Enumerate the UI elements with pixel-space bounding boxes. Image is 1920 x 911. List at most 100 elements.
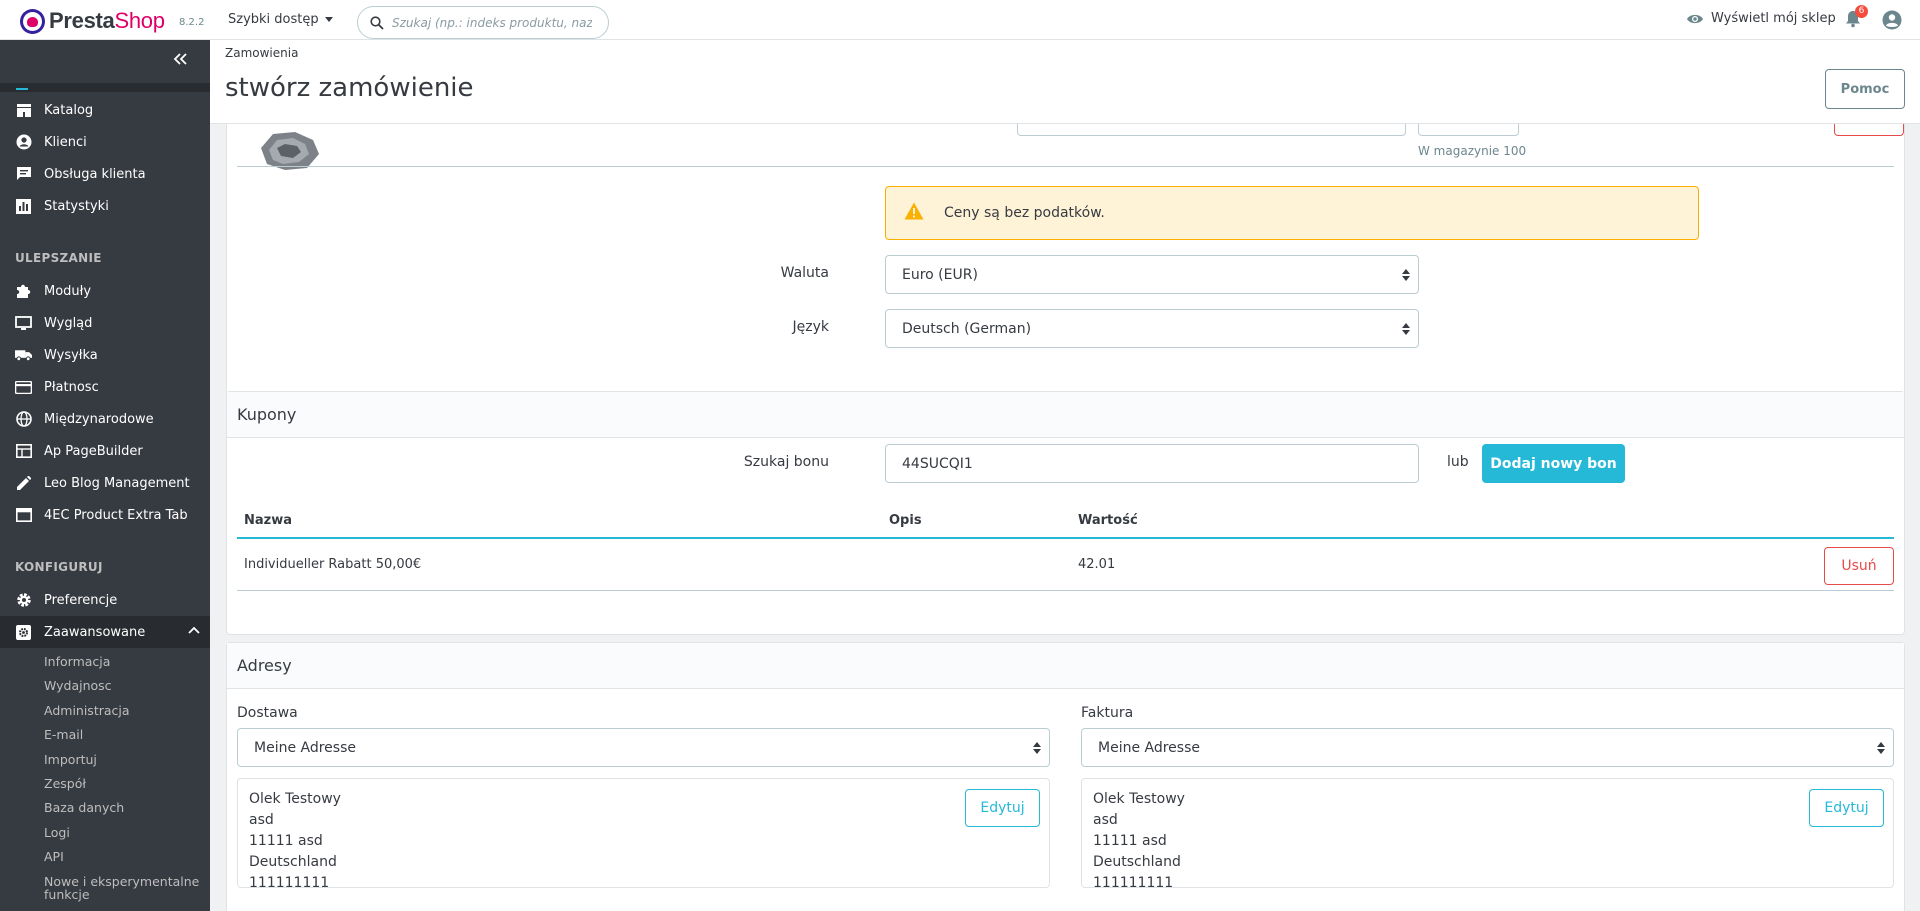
product-row-divider <box>237 166 1894 167</box>
notification-count-badge: 6 <box>1855 5 1868 18</box>
bar-chart-icon <box>15 198 32 215</box>
chevron-up-icon <box>188 626 200 634</box>
collapse-sidebar-button[interactable] <box>172 51 188 70</box>
select-arrows-icon <box>1402 323 1410 335</box>
sidebar-subitem-database[interactable]: Baza danych <box>44 800 124 815</box>
notifications-button[interactable]: 6 <box>1845 5 1868 32</box>
address-line: 111111111 <box>249 875 330 891</box>
sidebar-item-stats[interactable]: Statystyki <box>0 190 210 222</box>
address-line: Deutschland <box>249 854 337 870</box>
sidebar-item-4ec-product-extra-tab[interactable]: 4EC Product Extra Tab <box>0 499 210 531</box>
sidebar-subitem-new-features-line2[interactable]: funkcje <box>44 887 90 902</box>
edit-delivery-address-button[interactable]: Edytuj <box>965 789 1040 827</box>
voucher-description-cell <box>882 538 1071 591</box>
sidebar-subitem-administration[interactable]: Administracja <box>44 703 130 718</box>
tax-warning-alert: Ceny są bez podatków. <box>885 186 1699 240</box>
invoice-address-select[interactable]: Meine Adresse <box>1081 728 1894 767</box>
sidebar-item-label: Statystyki <box>44 198 109 214</box>
sidebar-item-preferences[interactable]: Preferencje <box>0 584 210 616</box>
sidebar-subitem-logs[interactable]: Logi <box>44 825 70 840</box>
address-line: asd <box>1093 812 1118 828</box>
sidebar-item-payment[interactable]: Płatnosc <box>0 371 210 403</box>
top-header: PrestaShop 8.2.2 Szybki dostęp Wyświetl … <box>0 0 1920 40</box>
sidebar-item-label: Leo Blog Management <box>44 475 190 491</box>
grid-icon <box>15 443 32 460</box>
sidebar-item-label: 4EC Product Extra Tab <box>44 507 188 523</box>
sidebar-item-label: Płatnosc <box>44 379 99 395</box>
sidebar-subitem-email[interactable]: E-mail <box>44 727 83 742</box>
header-search[interactable] <box>357 6 609 39</box>
settings-icon <box>15 592 32 609</box>
sidebar-item-label: Katalog <box>44 102 94 118</box>
column-header-name: Nazwa <box>237 504 882 539</box>
sidebar-subitem-information[interactable]: Informacja <box>44 654 110 669</box>
vouchers-card-title: Kupony <box>227 392 1904 438</box>
prestashop-logo[interactable]: PrestaShop <box>20 8 165 34</box>
language-select[interactable]: Deutsch (German) <box>885 309 1419 348</box>
search-input[interactable] <box>392 15 592 30</box>
voucher-search-input[interactable]: 44SUCQI1 <box>885 444 1419 483</box>
version-label: 8.2.2 <box>179 17 205 28</box>
account-button[interactable] <box>1882 10 1902 34</box>
puzzle-icon <box>15 283 32 300</box>
product-quantity-input[interactable] <box>1418 124 1519 136</box>
delivery-address-label: Dostawa <box>237 705 298 721</box>
address-line: Olek Testowy <box>1093 791 1185 807</box>
add-voucher-button[interactable]: Dodaj nowy bon <box>1482 444 1625 483</box>
remove-voucher-button[interactable]: Usuń <box>1824 547 1894 585</box>
sidebar-section-configure: KONFIGURUJ <box>15 560 103 574</box>
product-delete-button[interactable] <box>1834 124 1904 136</box>
sidebar-subitem-performance[interactable]: Wydajnosc <box>44 678 112 693</box>
sidebar-item-customer-service[interactable]: Obsługa klienta <box>0 158 210 190</box>
select-arrows-icon <box>1033 742 1041 754</box>
sidebar-item-catalog[interactable]: Katalog <box>0 94 210 126</box>
delivery-address-select[interactable]: Meine Adresse <box>237 728 1050 767</box>
sidebar: Katalog Klienci Obsługa klienta Statysty… <box>0 40 210 911</box>
eye-icon <box>1687 14 1703 23</box>
edit-invoice-address-button[interactable]: Edytuj <box>1809 789 1884 827</box>
sidebar-item-shipping[interactable]: Wysyłka <box>0 339 210 371</box>
sidebar-item-international[interactable]: Międzynarodowe <box>0 403 210 435</box>
currency-label: Waluta <box>780 265 829 281</box>
sidebar-subitem-team[interactable]: Zespół <box>44 776 86 791</box>
address-line: 111111111 <box>1093 875 1174 891</box>
address-line: Olek Testowy <box>249 791 341 807</box>
account-circle-icon <box>1882 10 1902 30</box>
quick-access-label: Szybki dostęp <box>228 12 319 27</box>
sidebar-item-design[interactable]: Wygląd <box>0 307 210 339</box>
view-shop-label: Wyświetl mój sklep <box>1711 11 1836 26</box>
quick-access-dropdown[interactable]: Szybki dostęp <box>228 12 333 27</box>
help-button[interactable]: Pomoc <box>1825 69 1905 109</box>
language-label: Język <box>792 319 829 335</box>
product-thumbnail <box>255 124 325 178</box>
sidebar-item-label: Obsługa klienta <box>44 166 146 182</box>
sidebar-item-label: Preferencje <box>44 592 118 608</box>
truck-icon <box>15 347 32 364</box>
currency-select[interactable]: Euro (EUR) <box>885 255 1419 294</box>
product-price-input[interactable] <box>1017 124 1406 136</box>
sidebar-item-label: Klienci <box>44 134 87 150</box>
sidebar-item-modules[interactable]: Moduły <box>0 275 210 307</box>
sidebar-item-customers[interactable]: Klienci <box>0 126 210 158</box>
breadcrumb[interactable]: Zamowienia <box>225 46 298 60</box>
select-arrows-icon <box>1402 269 1410 281</box>
invoice-address-label: Faktura <box>1081 705 1134 721</box>
column-header-value: Wartość <box>1071 504 1774 539</box>
table-row: Individueller Rabatt 50,00€ 42.01 Usuń <box>237 538 1894 591</box>
sidebar-item-leo-blog[interactable]: Leo Blog Management <box>0 467 210 499</box>
sidebar-subitem-api[interactable]: API <box>44 849 64 864</box>
settings-box-icon <box>15 624 32 641</box>
sidebar-subitem-import[interactable]: Importuj <box>44 752 97 767</box>
credit-card-icon <box>15 379 32 396</box>
search-icon <box>370 15 384 30</box>
sidebar-item-ap-pagebuilder[interactable]: Ap PageBuilder <box>0 435 210 467</box>
double-chevron-left-icon <box>173 53 187 65</box>
account-circle-icon <box>15 134 32 151</box>
sidebar-item-label: Zaawansowane <box>44 624 146 640</box>
voucher-value-cell: 42.01 <box>1071 538 1774 591</box>
voucher-search-label: Szukaj bonu <box>743 454 829 470</box>
invoice-address-box: Olek Testowy asd 11111 asd Deutschland 1… <box>1081 778 1894 891</box>
view-shop-link[interactable]: Wyświetl mój sklep <box>1686 11 1836 26</box>
sidebar-item-advanced[interactable]: Zaawansowane <box>0 616 210 648</box>
sidebar-item-label: Wygląd <box>44 315 93 331</box>
